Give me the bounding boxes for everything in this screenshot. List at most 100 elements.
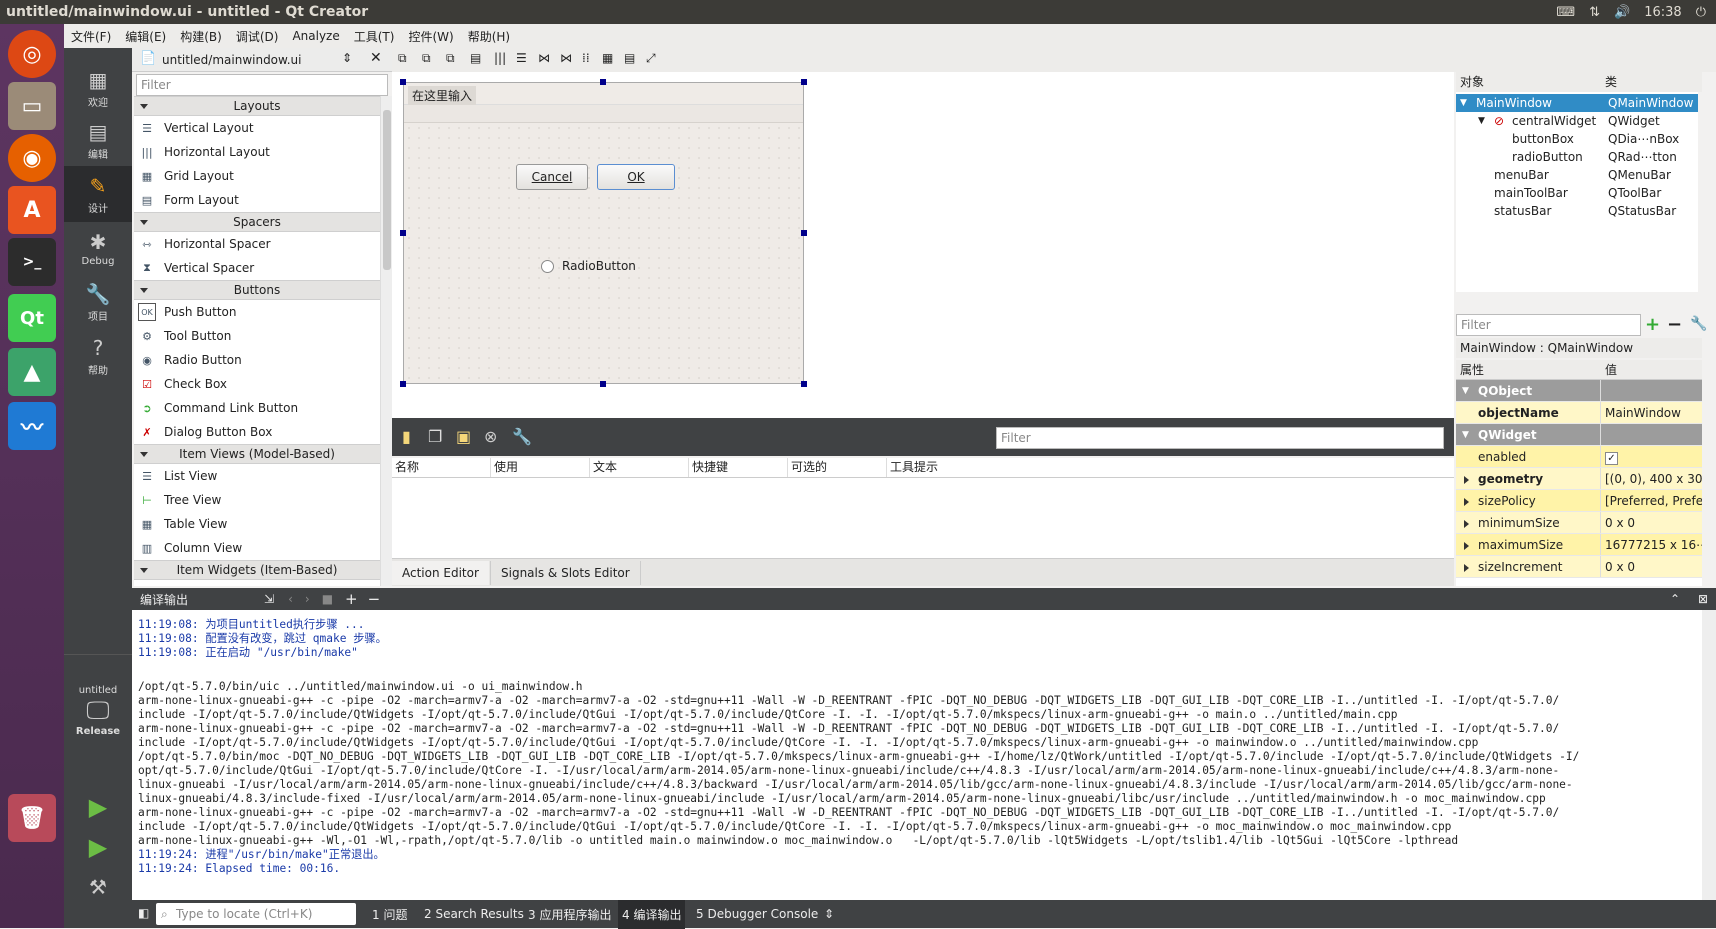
selection-handle[interactable] — [400, 79, 406, 85]
menu-widgets[interactable]: 控件(W) — [401, 28, 460, 45]
edit-widgets-icon[interactable]: ⧉ — [398, 51, 407, 66]
tab-signals-slots[interactable]: Signals & Slots Editor — [490, 561, 641, 585]
clear-output-icon[interactable]: ⇲ — [264, 592, 274, 606]
mode-help[interactable]: ? 帮助 — [64, 328, 132, 384]
selection-handle[interactable] — [600, 381, 606, 387]
keyboard-icon[interactable]: ⌨ — [1556, 5, 1575, 20]
column-header[interactable]: 使用 — [491, 458, 590, 477]
files-icon[interactable]: ▭ — [8, 82, 56, 130]
category-buttons[interactable]: Buttons — [134, 280, 380, 300]
widget-item[interactable]: ⚙ Tool Button — [134, 324, 380, 348]
edit-buddies-icon[interactable]: ⧉ — [446, 51, 455, 66]
column-header[interactable]: 快捷键 — [689, 458, 788, 477]
widget-item[interactable]: ▦ Grid Layout — [134, 164, 380, 188]
widget-item[interactable]: ☰ Vertical Layout — [134, 116, 380, 140]
menu-build[interactable]: 构建(B) — [173, 28, 229, 45]
layout-form-icon[interactable]: ⁞⁞ — [582, 51, 590, 65]
widget-item[interactable]: ◉ Radio Button — [134, 348, 380, 372]
delete-action-icon[interactable]: ⊗ — [484, 427, 497, 446]
mode-design[interactable]: ✎ 设计 — [64, 166, 132, 222]
menu-analyze[interactable]: Analyze — [285, 29, 346, 43]
clock[interactable]: 16:38 — [1644, 5, 1681, 20]
stop-icon[interactable]: ■ — [322, 592, 333, 606]
tree-row[interactable]: mainToolBar QToolBar — [1456, 184, 1698, 202]
output-scrollbar[interactable] — [1702, 610, 1716, 900]
column-header[interactable]: 工具提示 — [887, 458, 986, 477]
build-button[interactable]: ⚒ — [64, 868, 132, 908]
next-icon[interactable]: › — [305, 592, 310, 606]
software-center-icon[interactable]: A — [8, 186, 56, 234]
expand-arrow-icon[interactable] — [1464, 564, 1473, 572]
remove-property-icon[interactable]: − — [1667, 314, 1682, 335]
category-spacers[interactable]: Spacers — [134, 212, 380, 232]
edit-signals-icon[interactable]: ⧉ — [422, 51, 431, 66]
action-table-body[interactable] — [392, 478, 1454, 558]
pane-compile-output[interactable]: 4 编译输出 — [618, 899, 686, 929]
close-document-icon[interactable]: ✕ — [370, 50, 382, 66]
widget-item[interactable]: ☑ Check Box — [134, 372, 380, 396]
paste-action-icon[interactable]: ▣ — [456, 427, 471, 446]
widget-item[interactable]: ☰ List View — [134, 464, 380, 488]
pane-application-output[interactable]: 3 应用程序输出 — [528, 906, 611, 923]
category-item-views[interactable]: Item Views (Model-Based) — [134, 444, 380, 464]
close-pane-icon[interactable]: ⊠ — [1698, 592, 1708, 606]
configure-properties-icon[interactable]: 🔧 — [1690, 316, 1707, 332]
power-icon[interactable]: ⏻ — [1696, 5, 1706, 20]
category-layouts[interactable]: Layouts — [134, 96, 380, 116]
widget-box-scrollbar[interactable] — [380, 96, 392, 586]
menu-tools[interactable]: 工具(T) — [347, 28, 402, 45]
new-action-icon[interactable]: ▮ — [402, 427, 411, 446]
selection-handle[interactable] — [600, 79, 606, 85]
widget-item[interactable]: ⊢ Tree View — [134, 488, 380, 512]
tree-row[interactable]: radioButton QRad⋯tton — [1456, 148, 1698, 166]
tree-row[interactable]: ▼ ⊘ centralWidget QWidget — [1456, 112, 1698, 130]
zoom-out-icon[interactable]: − — [368, 590, 381, 608]
widget-item[interactable]: ||| Horizontal Layout — [134, 140, 380, 164]
adjust-size-icon[interactable]: ⤢ — [646, 51, 656, 66]
layout-grid-icon[interactable]: ▦ — [602, 51, 613, 65]
layout-vertical-icon[interactable]: ☰ — [516, 51, 527, 65]
break-layout-icon[interactable]: ▤ — [624, 51, 635, 65]
kit-selector[interactable]: untitled 🖵 Release — [64, 666, 132, 756]
cancel-button[interactable]: Cancel — [516, 164, 588, 190]
property-row[interactable]: geometry[(0, 0), 400 x 300] — [1456, 468, 1702, 490]
layout-splitter-v-icon[interactable]: ⋈ — [560, 51, 572, 65]
expand-arrow-icon[interactable]: ▼ — [1478, 112, 1485, 130]
system-monitor-icon[interactable]: 〰 — [8, 402, 56, 450]
tree-row[interactable]: menuBar QMenuBar — [1456, 166, 1698, 184]
column-header[interactable]: 对象 — [1456, 72, 1601, 92]
android-studio-icon[interactable]: ▲ — [8, 348, 56, 396]
selection-handle[interactable] — [801, 381, 807, 387]
expand-arrow-icon[interactable] — [1464, 520, 1473, 528]
zoom-in-icon[interactable]: + — [345, 590, 358, 608]
category-item-widgets[interactable]: Item Widgets (Item-Based) — [134, 560, 380, 580]
selection-handle[interactable] — [801, 230, 807, 236]
widget-item[interactable]: ⇿ Horizontal Spacer — [134, 232, 380, 256]
expand-arrow-icon[interactable]: ▼ — [1460, 94, 1467, 112]
property-row[interactable]: sizePolicy[Preferred, Preferred, 0, 0] — [1456, 490, 1702, 512]
prev-icon[interactable]: ‹ — [288, 592, 293, 606]
menu-file[interactable]: 文件(F) — [64, 28, 118, 45]
open-document-name[interactable]: untitled/mainwindow.ui — [162, 53, 302, 67]
column-header[interactable]: 属性 — [1456, 360, 1601, 379]
mode-welcome[interactable]: ▦ 欢迎 — [64, 60, 132, 116]
column-header[interactable]: 值 — [1601, 360, 1617, 379]
tree-row[interactable]: ▼ MainWindow QMainWindow — [1456, 94, 1698, 112]
ubuntu-logo-icon[interactable]: ◎ — [8, 30, 56, 78]
property-row[interactable]: enabled ✓ — [1456, 446, 1702, 468]
add-property-icon[interactable]: + — [1645, 314, 1660, 335]
menu-help[interactable]: 帮助(H) — [461, 28, 517, 45]
property-row[interactable]: objectName MainWindow — [1456, 402, 1702, 424]
volume-icon[interactable]: 🔊 — [1614, 5, 1630, 20]
main-window-form[interactable] — [403, 82, 804, 384]
property-filter-input[interactable]: Filter — [1456, 314, 1641, 336]
pane-search-results[interactable]: 2 Search Results — [424, 907, 524, 921]
property-row[interactable]: sizeIncrement 0 x 0 — [1456, 556, 1702, 578]
configure-icon[interactable]: 🔧 — [512, 427, 532, 446]
menu-debug[interactable]: 调试(D) — [229, 28, 286, 45]
maximize-pane-icon[interactable]: ⌃ — [1670, 592, 1680, 606]
radio-button[interactable]: RadioButton — [541, 259, 636, 273]
layout-horizontal-icon[interactable]: ||| — [494, 51, 506, 65]
selection-handle[interactable] — [400, 230, 406, 236]
toggle-sidebar-icon[interactable]: ◧ — [138, 906, 149, 920]
